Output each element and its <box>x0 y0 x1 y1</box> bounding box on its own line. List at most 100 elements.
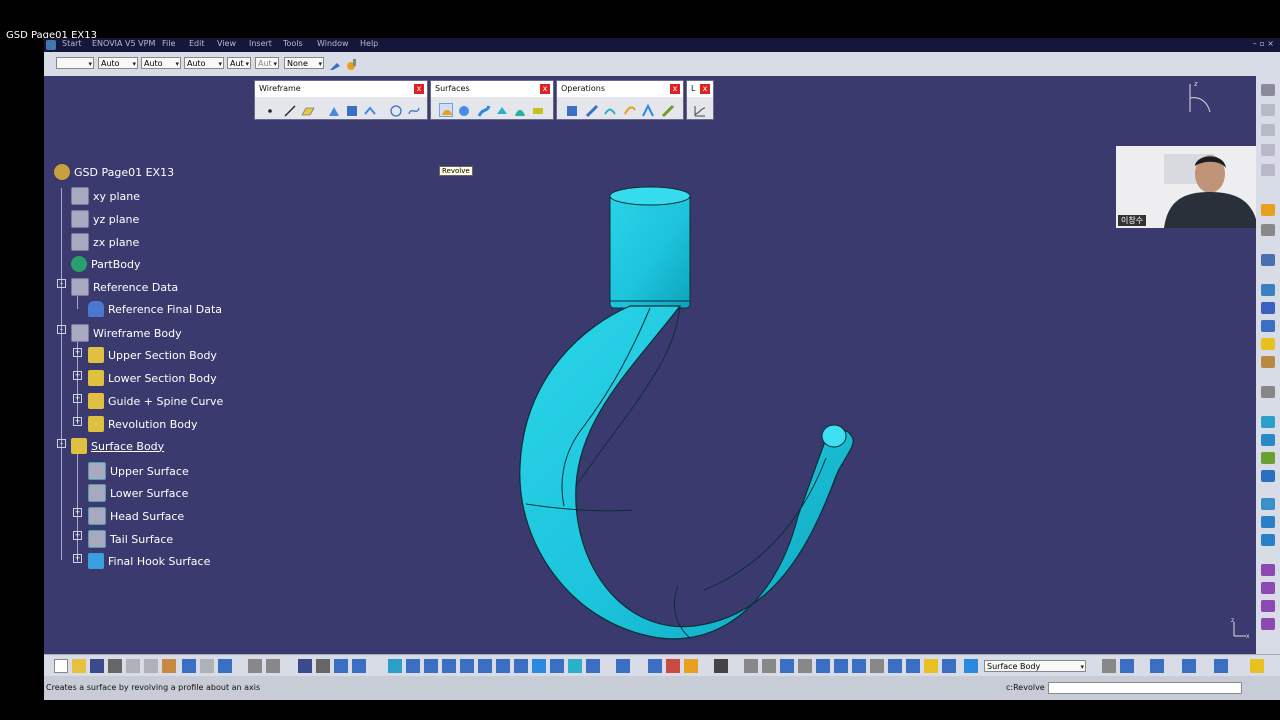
menu-window[interactable]: Window <box>317 39 349 48</box>
law-analysis-icon[interactable] <box>1261 498 1275 510</box>
bump-icon[interactable] <box>1261 564 1275 576</box>
snap-icon[interactable] <box>834 659 848 673</box>
table-icon[interactable] <box>298 659 312 673</box>
filter-icon[interactable] <box>870 659 884 673</box>
format-painter-icon[interactable] <box>328 57 342 71</box>
tree-expand-toggle[interactable]: + <box>73 531 82 540</box>
current-body-select[interactable]: Surface Body ▾ <box>984 660 1086 672</box>
spline-icon[interactable] <box>407 103 421 117</box>
cut-section-icon[interactable] <box>744 659 758 673</box>
tree-collapse-toggle[interactable]: – <box>57 325 66 334</box>
operations-close-button[interactable]: x <box>670 84 680 94</box>
extract-icon[interactable] <box>1261 284 1275 296</box>
grid-toggle-icon[interactable] <box>816 659 830 673</box>
tree-item-head-surface[interactable]: Head Surface <box>88 507 184 525</box>
zoom-in-icon[interactable] <box>460 659 474 673</box>
tree-item-tail-surface[interactable]: Tail Surface <box>88 530 173 548</box>
tree-item-yz-plane[interactable]: yz plane <box>71 210 139 228</box>
layer-filter-icon[interactable] <box>888 659 902 673</box>
tree-item-surface-body[interactable]: Surface Body <box>71 438 164 454</box>
cut-icon[interactable] <box>126 659 140 673</box>
3d-viewport[interactable]: GSD Page01 EX13 xy plane yz plane zx pla… <box>44 76 1256 654</box>
wireframe-close-button[interactable]: x <box>414 84 424 94</box>
iso-view-icon[interactable] <box>532 659 546 673</box>
save-icon[interactable] <box>90 659 104 673</box>
menu-enovia[interactable]: ENOVIA V5 VPM <box>92 39 155 48</box>
options-icon[interactable] <box>1214 659 1228 673</box>
formula-icon[interactable] <box>248 659 262 673</box>
tools-palette-icon[interactable] <box>964 659 978 673</box>
undo-icon[interactable] <box>182 659 196 673</box>
select-icon[interactable] <box>1261 204 1275 216</box>
revolve-icon[interactable] <box>439 103 453 117</box>
print-icon[interactable] <box>108 659 122 673</box>
menu-insert[interactable]: Insert <box>249 39 272 48</box>
transparency-combo[interactable]: Auto ▾ <box>98 57 138 69</box>
fill-icon[interactable] <box>495 103 509 117</box>
linetype-combo[interactable]: Auto ▾ <box>141 57 181 69</box>
sketch-tool-icon[interactable] <box>1261 124 1275 136</box>
blend-icon[interactable] <box>531 103 545 117</box>
whats-this-icon[interactable] <box>218 659 232 673</box>
open-icon[interactable] <box>72 659 86 673</box>
quick-select-icon[interactable] <box>906 659 920 673</box>
apply-material-icon[interactable] <box>684 659 698 673</box>
tree-expand-toggle[interactable]: + <box>73 394 82 403</box>
list-icon[interactable] <box>942 659 956 673</box>
measure-between-icon[interactable] <box>616 659 630 673</box>
sketch-tool-icon[interactable] <box>1261 144 1275 156</box>
tree-item-wireframe-body[interactable]: Wireframe Body <box>71 324 182 342</box>
star-icon[interactable] <box>924 659 938 673</box>
3d-compass-icon[interactable] <box>762 659 776 673</box>
tree-expand-toggle[interactable]: + <box>73 508 82 517</box>
comment-icon[interactable] <box>266 659 280 673</box>
tool-icon[interactable] <box>1261 386 1275 398</box>
repeat-icon[interactable] <box>1261 320 1275 332</box>
analysis-icon[interactable] <box>1261 338 1275 350</box>
offset-curve-icon[interactable] <box>363 103 377 117</box>
measure-item-icon[interactable] <box>648 659 662 673</box>
fillet-icon[interactable] <box>603 103 617 117</box>
tree-item-zx-plane[interactable]: zx plane <box>71 233 139 251</box>
tree-item-lower-surface[interactable]: Lower Surface <box>88 484 188 502</box>
tree-item-xy-plane[interactable]: xy plane <box>71 187 140 205</box>
tree-expand-toggle[interactable]: + <box>73 371 82 380</box>
normal-view-icon[interactable] <box>496 659 510 673</box>
compass-icon[interactable]: z <box>1172 78 1222 118</box>
sweep-icon[interactable] <box>477 103 491 117</box>
translate-icon[interactable] <box>623 103 637 117</box>
axis-icon[interactable] <box>780 659 794 673</box>
power-input[interactable] <box>1048 682 1242 694</box>
intersection-icon[interactable] <box>345 103 359 117</box>
circle-icon[interactable] <box>389 103 403 117</box>
advanced-surface-icon[interactable] <box>1261 516 1275 528</box>
tree-collapse-toggle[interactable]: – <box>57 279 66 288</box>
rotate-icon[interactable] <box>442 659 456 673</box>
hide-show-icon[interactable] <box>568 659 582 673</box>
menu-view[interactable]: View <box>217 39 236 48</box>
tree-collapse-toggle[interactable]: – <box>57 439 66 448</box>
zoom-out-icon[interactable] <box>478 659 492 673</box>
catalog-icon[interactable] <box>334 659 348 673</box>
shading-icon[interactable] <box>550 659 564 673</box>
update-icon[interactable] <box>352 659 366 673</box>
menu-start[interactable]: Start <box>62 39 82 48</box>
settings-icon[interactable] <box>1150 659 1164 673</box>
tree-item-reference-final-data[interactable]: Reference Final Data <box>88 301 222 317</box>
inertia-icon[interactable] <box>666 659 680 673</box>
tree-item-lower-section-body[interactable]: Lower Section Body <box>88 370 217 386</box>
point-icon[interactable] <box>263 103 277 117</box>
advanced-surface-icon[interactable] <box>1261 534 1275 546</box>
join-tool-icon[interactable] <box>565 103 579 117</box>
measure-icon[interactable] <box>1261 356 1275 368</box>
menu-file[interactable]: File <box>162 39 175 48</box>
projection-icon[interactable] <box>327 103 341 117</box>
tree-item-upper-section-body[interactable]: Upper Section Body <box>88 347 217 363</box>
connect-checker-icon[interactable] <box>1261 452 1275 464</box>
tree-expand-toggle[interactable]: + <box>73 348 82 357</box>
tree-item-revolution-body[interactable]: Revolution Body <box>88 416 198 432</box>
redo-icon[interactable] <box>200 659 214 673</box>
shape-morphing-icon[interactable] <box>1261 600 1275 612</box>
law-close-button[interactable]: x <box>700 84 710 94</box>
developable-icon[interactable] <box>1261 618 1275 630</box>
